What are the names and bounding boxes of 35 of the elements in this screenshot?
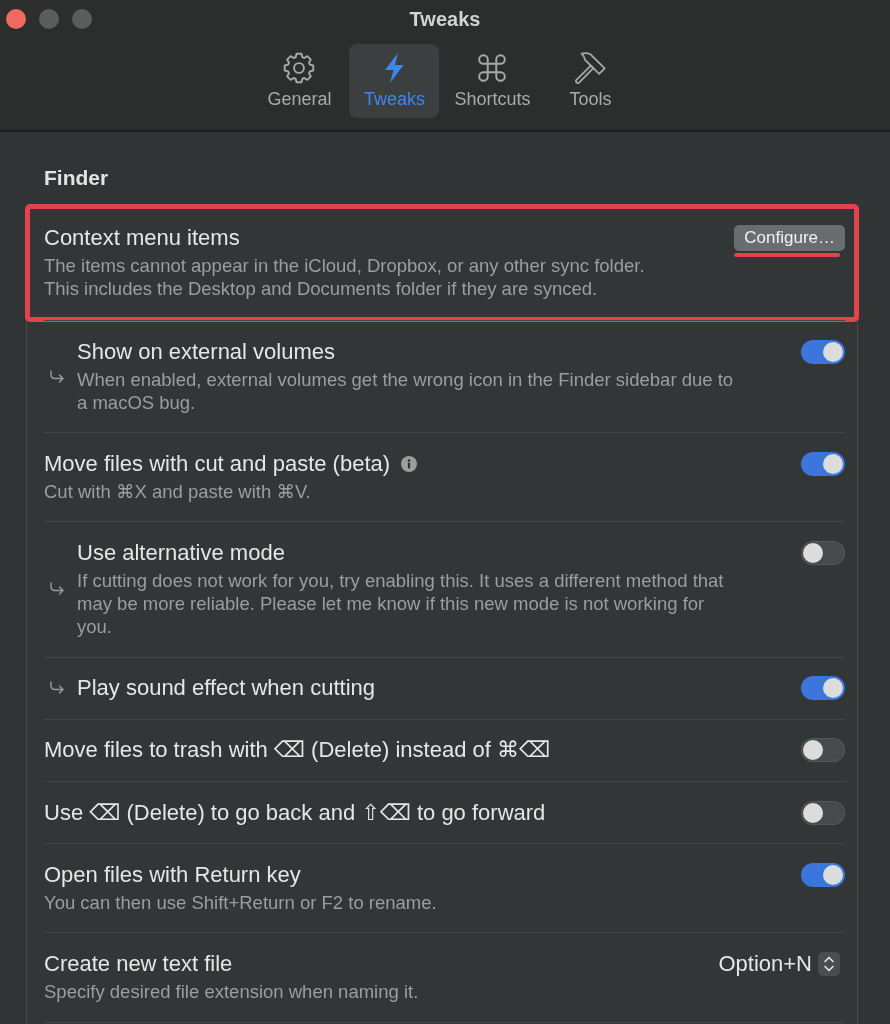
toolbar-tab[interactable]: Tools bbox=[545, 44, 636, 118]
setting-title: Context menu items bbox=[44, 226, 240, 250]
setting-description: You can then use Shift+Return or F2 to rename. bbox=[44, 890, 437, 914]
hammer-icon bbox=[575, 52, 606, 84]
setting-description: Specify desired file extension when naming it. bbox=[44, 979, 419, 1003]
setting-description: Cut with ⌘X and paste with ⌘V. bbox=[44, 479, 312, 503]
toggle-switch[interactable] bbox=[801, 738, 845, 763]
toolbar-tab[interactable]: Shortcuts bbox=[444, 44, 541, 118]
close-button[interactable] bbox=[6, 9, 26, 29]
setting-description: If cutting does not work for you, try enabling this. It uses a different method that may be more reliable. Please let me know if this new mode is not working for you. bbox=[77, 568, 724, 638]
stepper-icon bbox=[818, 951, 840, 976]
toolbar-tab[interactable]: Tweaks bbox=[349, 44, 440, 118]
setting-title: Use ⌫ (Delete) to go back and ⇧⌫ to go forward bbox=[44, 800, 546, 825]
setting-title: Create new text file bbox=[44, 951, 233, 976]
toggle-switch[interactable] bbox=[801, 862, 845, 887]
window-title: Tweaks bbox=[409, 7, 481, 31]
setting-title: Open files with Return key bbox=[44, 862, 301, 887]
setting-title: Play sound effect when cutting bbox=[77, 676, 375, 701]
toggle-switch[interactable] bbox=[801, 800, 845, 825]
setting-title: Move files with cut and paste (beta) bbox=[44, 451, 391, 476]
configure-button[interactable]: Configure… bbox=[734, 225, 845, 251]
shortcut-popup[interactable]: Option+N bbox=[718, 951, 845, 976]
toggle-switch[interactable] bbox=[801, 676, 845, 701]
toolbar-tab[interactable]: General bbox=[254, 44, 345, 118]
toggle-switch[interactable] bbox=[801, 339, 845, 364]
setting-title: Move files to trash with ⌫ (Delete) instead of ⌘⌫ bbox=[44, 738, 551, 763]
setting-title: Use alternative mode bbox=[77, 540, 285, 565]
setting-title: Show on external volumes bbox=[77, 339, 336, 364]
setting-description: The items cannot appear in the iCloud, Dropbox, or any other sync folder. This includes the Desktop and Documents folder if they are synced. bbox=[44, 254, 645, 300]
command-key-icon bbox=[476, 52, 509, 84]
toggle-switch[interactable] bbox=[801, 451, 845, 476]
section-title: Finder bbox=[44, 166, 109, 190]
gear-icon bbox=[283, 52, 316, 84]
toggle-switch[interactable] bbox=[801, 540, 845, 565]
setting-description: When enabled, external volumes get the wrong icon in the Finder sidebar due to a macOS bug. bbox=[77, 367, 734, 414]
